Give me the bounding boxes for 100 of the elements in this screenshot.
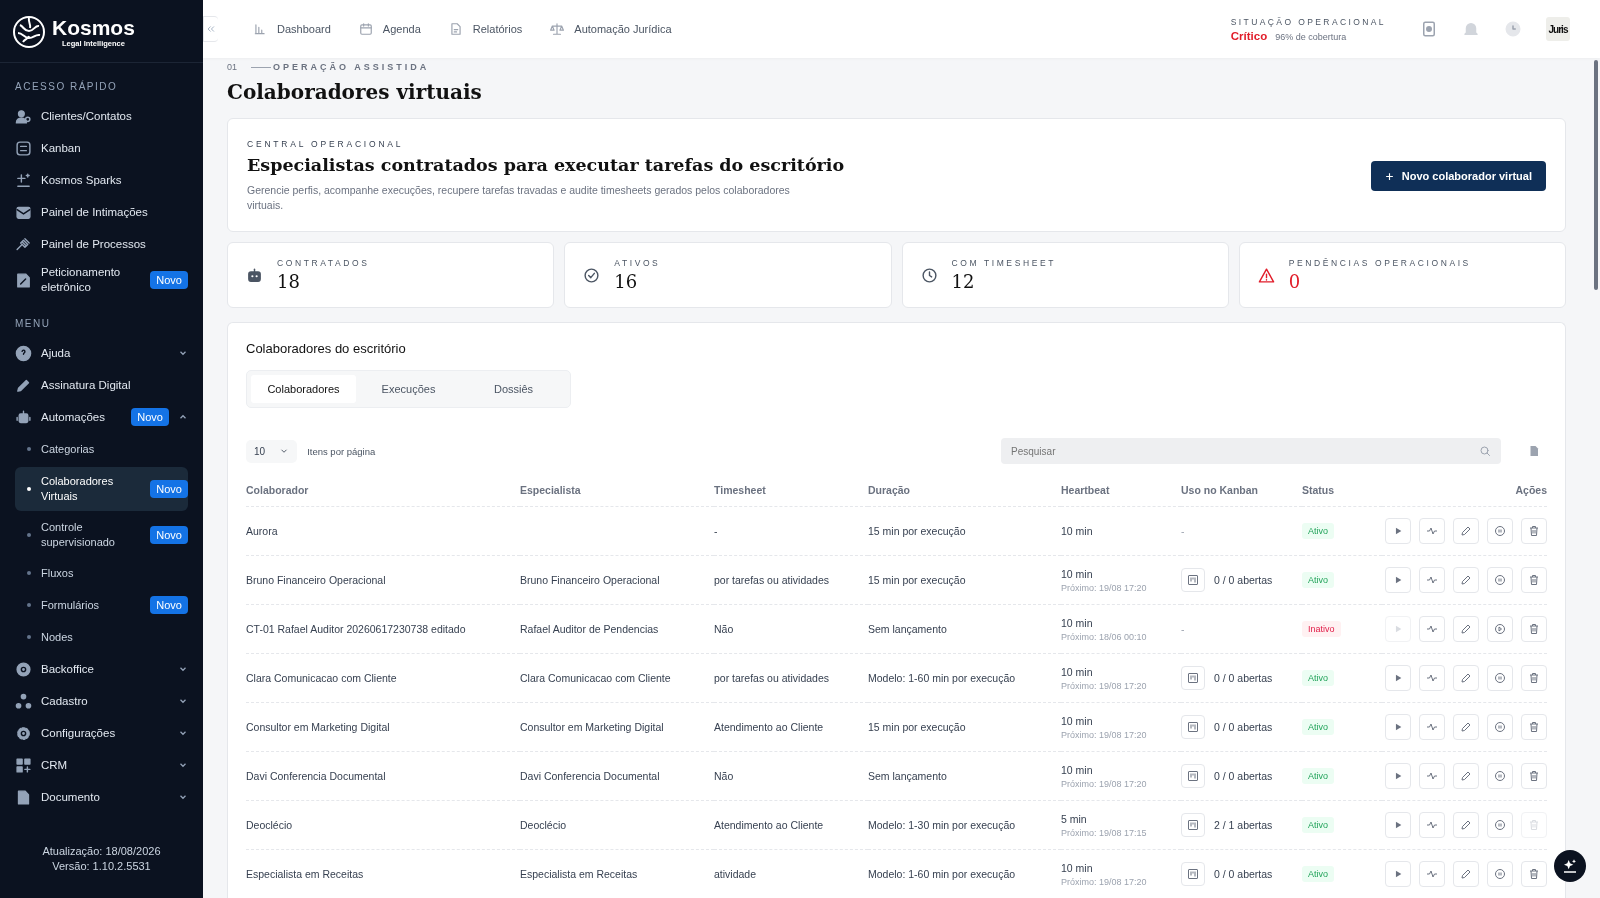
stat-label: COM TIMESHEET <box>951 258 1056 268</box>
sidebar-item[interactable]: Configurações <box>15 717 188 749</box>
sidebar-subitem[interactable]: Categorias <box>15 433 188 465</box>
nav-link[interactable]: Relatórios <box>448 22 523 36</box>
sidebar-item[interactable]: Automações Novo <box>15 401 188 433</box>
tab[interactable]: Execuções <box>356 375 461 403</box>
stat-label: PENDÊNCIAS OPERACIONAIS <box>1288 258 1471 268</box>
table-cell: 2 / 1 abertas <box>1214 818 1273 832</box>
sidebar-subitem[interactable]: Nodes <box>15 621 188 653</box>
tab[interactable]: Dossiês <box>461 375 566 403</box>
status-badge: Ativo <box>1302 523 1334 539</box>
table-cell: 0 / 0 abertas <box>1214 867 1273 881</box>
table-cell-text: CT-01 Rafael Auditor 20260617230738 editado <box>246 622 467 636</box>
sidebar-item[interactable]: Ajuda <box>15 337 188 369</box>
sidebar-item[interactable]: Painel de Processos <box>15 228 188 260</box>
account-avatar[interactable]: Juris <box>1546 17 1570 41</box>
sidebar-item[interactable]: Clientes/Contatos <box>15 100 188 132</box>
card-heading: Especialistas contratados para executar tarefas do escritório <box>247 155 846 175</box>
status-level: Crítico <box>1230 29 1268 42</box>
table-cell-text: Consultor em Marketing Digital <box>520 720 665 734</box>
sidebar-item[interactable]: Documento <box>15 781 188 813</box>
table-cell-text: Não <box>714 622 735 636</box>
new-badge: Novo <box>150 596 188 614</box>
table-cell-text: 10 min <box>1061 524 1094 538</box>
table-cell-text: 10 min <box>1061 567 1094 581</box>
search-field[interactable]: Pesquisar <box>1001 438 1501 464</box>
column-header: Colaborador <box>246 476 520 507</box>
status-badge: Ativo <box>1302 817 1334 833</box>
new-badge: Novo <box>150 271 188 289</box>
section-eyebrow: OPERAÇÃO ASSISTIDA <box>273 62 430 72</box>
status-badge: Ativo <box>1302 768 1334 784</box>
table-cell: - <box>1181 524 1185 538</box>
table-cell-text: 15 min por execução <box>868 720 967 734</box>
status-badge: Inativo <box>1302 621 1341 637</box>
table-cell-text: Especialista em Receitas <box>246 867 365 881</box>
table-cell-text: Sem lançamento <box>868 769 948 783</box>
table-cell-text: Atendimento ao Cliente <box>714 720 825 734</box>
table-cell-text: Clara Comunicacao com Cliente <box>246 671 398 685</box>
stat-label: CONTRATADOS <box>277 258 370 268</box>
table-cell-text: Consultor em Marketing Digital <box>246 720 391 734</box>
page-title: Colaboradores virtuais <box>227 80 483 104</box>
table-cell: 0 / 0 abertas <box>1214 769 1273 783</box>
table-cell-text: Aurora <box>246 524 279 538</box>
column-header: Status <box>1302 476 1382 507</box>
table-cell-text: 15 min por execução <box>868 524 967 538</box>
sidebar-subitem[interactable]: Colaboradores Virtuais Novo <box>15 467 188 511</box>
coverage-text: 96% de cobertura <box>1275 31 1347 42</box>
table-cell: 0 / 0 abertas <box>1214 671 1273 685</box>
table-cell-text: 10 min <box>1061 665 1094 679</box>
stat-value: 12 <box>951 271 976 292</box>
sidebar-item[interactable]: Peticionamento eletrônico Novo <box>15 260 188 300</box>
new-badge: Novo <box>150 526 188 544</box>
next-run-text: Próximo: 19/08 17:20 <box>1061 582 1148 593</box>
table-cell-text: 5 min <box>1061 812 1088 826</box>
sidebar-item[interactable]: Painel de Intimações <box>15 196 188 228</box>
table-cell: - <box>1181 622 1185 636</box>
sidebar-subitem[interactable]: Formulários Novo <box>15 589 188 621</box>
status-badge: Ativo <box>1302 670 1334 686</box>
table-cell-text: Atendimento ao Cliente <box>714 818 825 832</box>
sidebar-item[interactable]: Backoffice <box>15 653 188 685</box>
status-badge: Ativo <box>1302 572 1334 588</box>
column-header: Especialista <box>520 476 714 507</box>
stat-value: 0 <box>1288 271 1302 292</box>
nav-link[interactable]: Automação Jurídica <box>550 22 672 36</box>
table-cell-text: Bruno Financeiro Operacional <box>520 573 661 587</box>
sidebar-subitem[interactable]: Fluxos <box>15 557 188 589</box>
new-badge: Novo <box>131 408 169 426</box>
page-size-select[interactable]: 10 <box>246 439 298 463</box>
column-header: Uso no Kanban <box>1181 476 1302 507</box>
next-run-text: Próximo: 19/08 17:20 <box>1061 680 1148 691</box>
table-cell-text: 15 min por execução <box>868 573 967 587</box>
stat-label: ATIVOS <box>614 258 661 268</box>
sidebar-item[interactable]: CRM <box>15 749 188 781</box>
sidebar-item[interactable]: Kosmos Sparks <box>15 164 188 196</box>
table-cell-text: Deoclécio <box>520 818 568 832</box>
nav-link[interactable]: Dashboard <box>253 22 331 36</box>
table-cell-text: Bruno Financeiro Operacional <box>246 573 387 587</box>
table-cell-text: Especialista em Receitas <box>520 867 639 881</box>
next-run-text: Próximo: 18/06 00:10 <box>1061 631 1148 642</box>
sidebar-item[interactable]: Cadastro <box>15 685 188 717</box>
table-cell-text: 10 min <box>1061 714 1094 728</box>
brand-name: Kosmos <box>52 16 135 39</box>
page-size-label: Itens por página <box>307 445 376 457</box>
sidebar-item[interactable]: Assinatura Digital <box>15 369 188 401</box>
sidebar-subitem[interactable]: Controle supervisionado Novo <box>15 513 188 557</box>
column-header: Duração <box>868 476 1061 507</box>
status-badge: Ativo <box>1302 866 1334 882</box>
new-collaborator-button[interactable]: Novo colaborador virtual <box>1370 161 1546 191</box>
column-header: Ações <box>1382 476 1547 507</box>
table-cell-text: Sem lançamento <box>868 622 948 636</box>
table-cell-text: Modelo: 1-60 min por execução <box>868 671 1017 685</box>
table-cell-text: Clara Comunicacao com Cliente <box>520 671 672 685</box>
table-cell-text: Não <box>714 769 735 783</box>
new-badge: Novo <box>150 480 188 498</box>
table-cell-text: - <box>714 524 719 538</box>
table-cell: 0 / 0 abertas <box>1214 573 1273 587</box>
version-info: Atualização: 18/08/2026 <box>41 844 162 859</box>
sidebar-item[interactable]: Kanban <box>15 132 188 164</box>
tab[interactable]: Colaboradores <box>251 375 356 403</box>
nav-link[interactable]: Agenda <box>358 22 421 36</box>
